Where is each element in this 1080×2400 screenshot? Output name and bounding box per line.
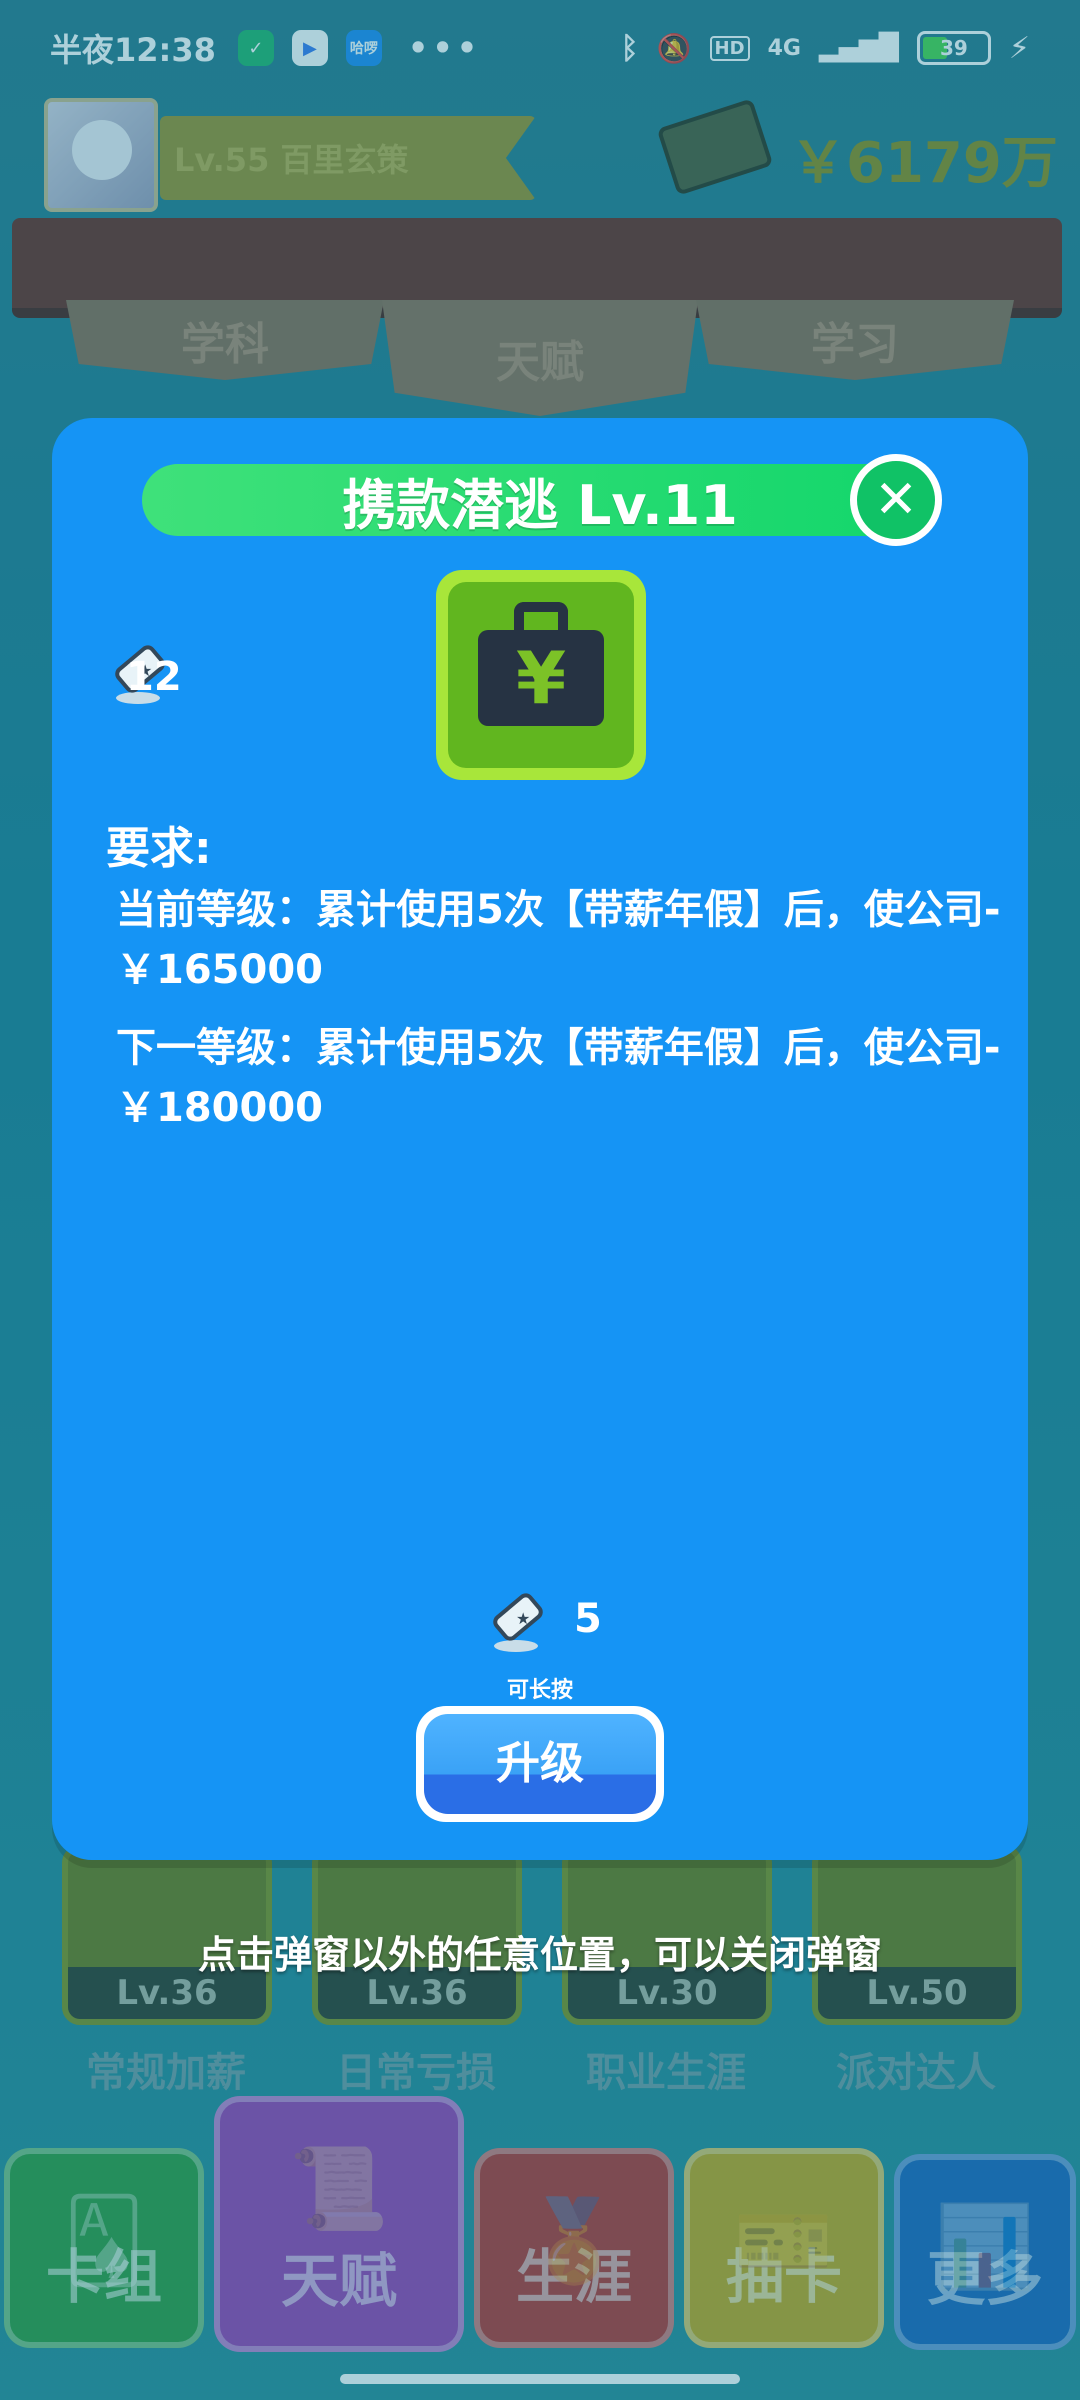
dismiss-hint: 点击弹窗以外的任意位置，可以关闭弹窗 [197,1933,882,1977]
requirement-title: 要求: [106,823,212,874]
current-level-text: 当前等级：累计使用5次【带薪年假】后，使公司-￥165000 [116,887,1001,993]
talent-dialog: 携款潜逃 Lv.11 ✕ ¥ ★ 12 要求: 当前等级：累计使用5次【带薪年假… [52,418,1028,1860]
close-button[interactable]: ✕ [850,454,942,546]
upgrade-cost: 5 [574,1596,602,1642]
next-level-text: 下一等级：累计使用5次【带薪年假】后，使公司-￥180000 [116,1025,1001,1131]
upgrade-button[interactable]: 升级 [416,1706,664,1822]
money-bag-icon: ¥ [478,630,604,726]
dialog-title: 携款潜逃 Lv.11 [142,464,938,537]
long-press-hint: 可长按 [506,1678,573,1703]
scroll-count: 12 [126,654,182,700]
svg-text:★: ★ [516,1609,530,1628]
upgrade-button-label: 升级 [424,1714,656,1814]
talent-icon: ¥ [436,570,646,780]
cost-scroll-icon: ★ [493,1593,543,1652]
